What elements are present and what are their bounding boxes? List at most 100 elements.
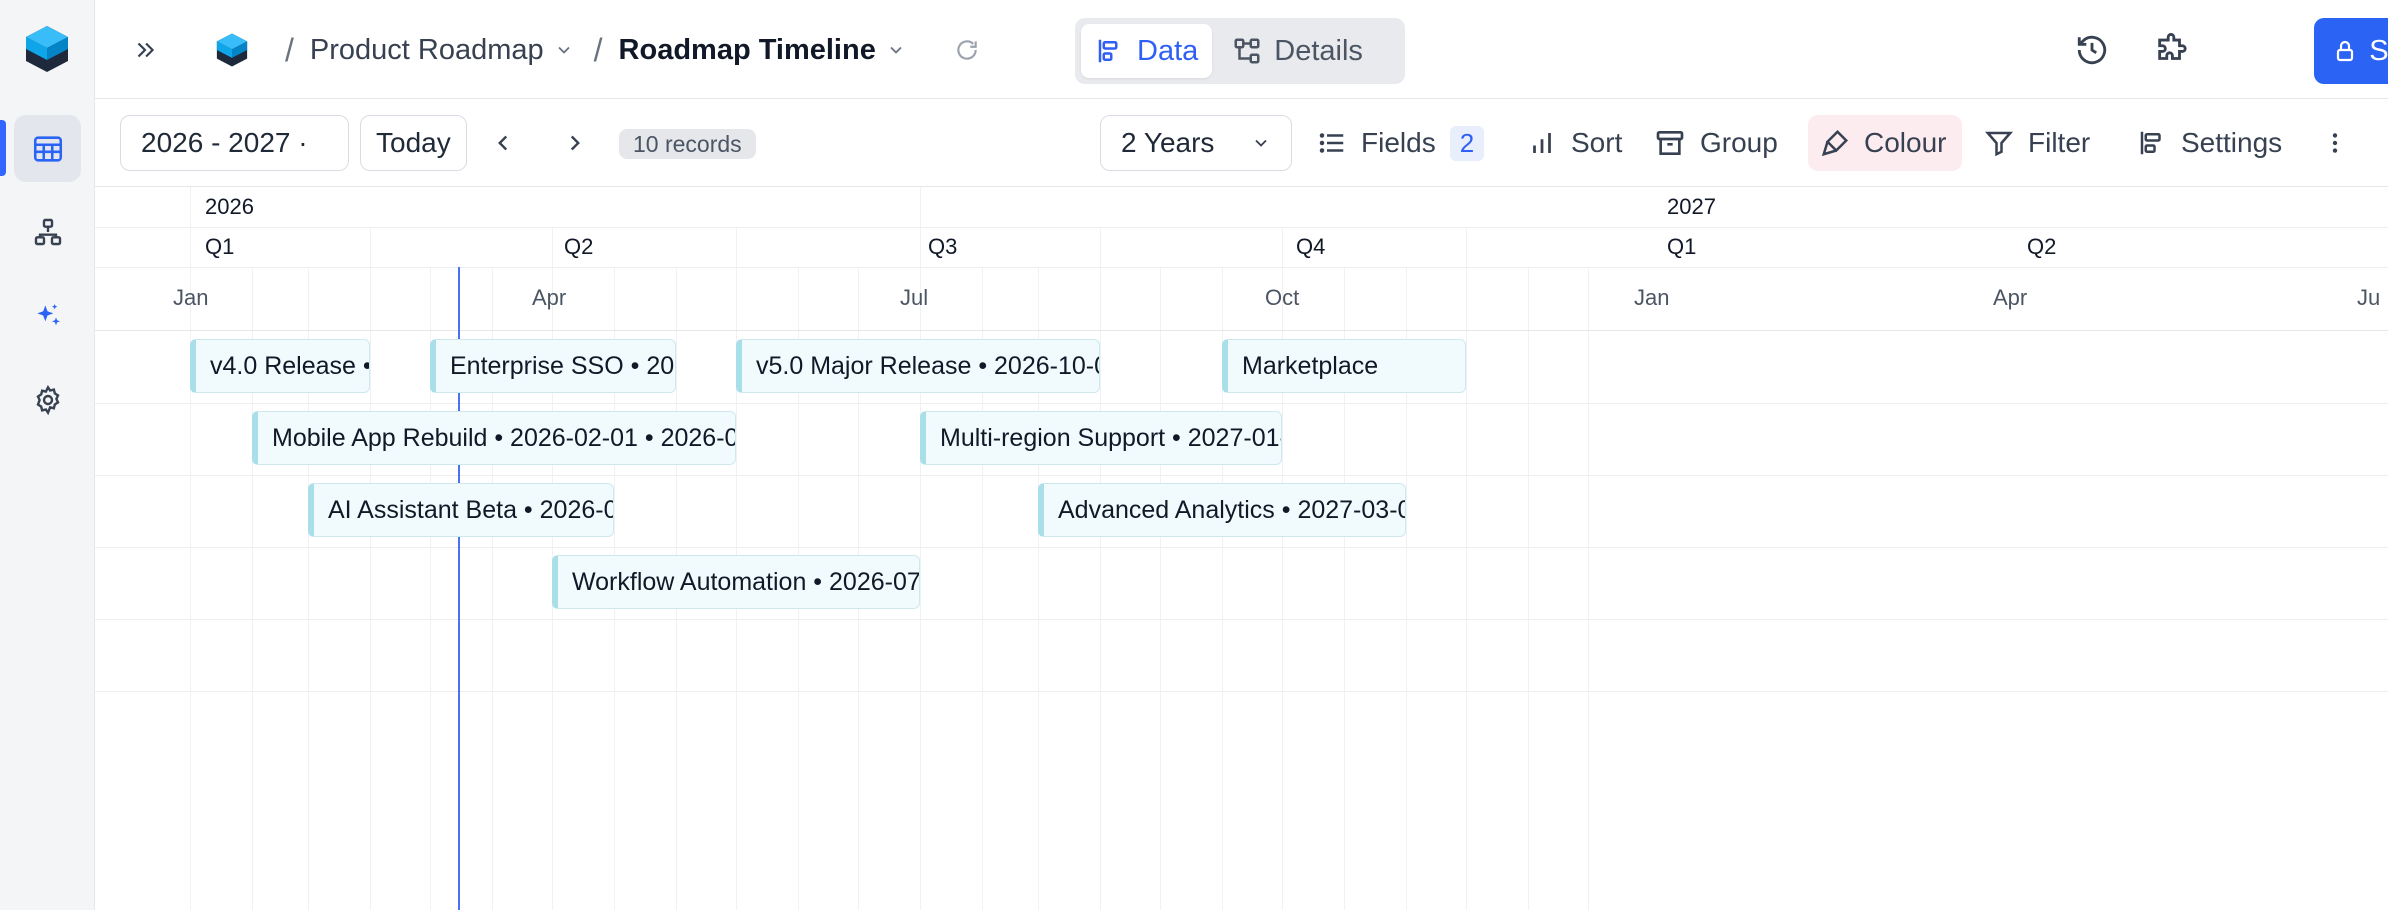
row-divider xyxy=(95,547,2388,548)
breadcrumb-separator: / xyxy=(285,31,294,68)
month-label: Jul xyxy=(900,285,929,310)
sparkles-icon xyxy=(36,303,60,325)
month-gridline xyxy=(1528,267,1529,910)
timeline-bar-label: Mobile App Rebuild • 2026-02-01 • 2026-0… xyxy=(272,423,735,452)
history-icon xyxy=(2077,35,2107,65)
vertical-dots-icon xyxy=(2332,133,2338,153)
timeline-bar-label: Advanced Analytics • 2027-03-01 • 2027-0… xyxy=(1058,495,1405,524)
breadcrumb: / Product Roadmap / Roadmap Timeline xyxy=(215,26,980,74)
timeline-bar[interactable]: Multi-region Support • 2027-01-01 • 2027… xyxy=(920,411,1282,465)
zoom-level-value: 2 Years xyxy=(1121,127,1215,158)
colour-label: Colour xyxy=(1864,127,1947,158)
chevron-right-icon xyxy=(570,135,580,151)
tab-details-label: Details xyxy=(1274,34,1363,67)
breadcrumb-current-view[interactable]: Roadmap Timeline xyxy=(619,34,876,67)
more-options-button[interactable] xyxy=(2317,125,2353,161)
rail-item-hierarchy[interactable] xyxy=(14,198,81,265)
row-divider xyxy=(95,403,2388,404)
gear-icon xyxy=(35,384,60,415)
next-period-button[interactable] xyxy=(557,125,593,161)
diagram-icon xyxy=(1234,38,1260,64)
base-cube-icon xyxy=(215,32,249,68)
fields-button[interactable]: Fields 2 xyxy=(1305,115,1496,171)
timeline-bar-label: Workflow Automation • 2026-07-01 • 2026-… xyxy=(572,567,920,596)
month-gridline xyxy=(1160,267,1161,910)
group-button[interactable]: Group xyxy=(1642,115,1790,171)
date-range-value: 2026 - 2027 · xyxy=(141,127,308,158)
timeline-bar[interactable]: AI Assistant Beta • 2026-03-01 • 2026-07… xyxy=(308,483,614,537)
chevron-down-icon[interactable] xyxy=(554,40,574,60)
breadcrumb-base[interactable]: Product Roadmap xyxy=(310,34,544,67)
filter-button[interactable]: Filter xyxy=(1972,115,2102,171)
date-range-selector[interactable]: 2026 - 2027 · xyxy=(120,115,349,171)
timeline-bar[interactable]: Marketplace xyxy=(1222,339,1466,393)
row-divider xyxy=(95,691,2388,692)
double-chevron-right-icon xyxy=(137,42,155,58)
header-divider xyxy=(95,330,2388,331)
timeline-bar[interactable]: Mobile App Rebuild • 2026-02-01 • 2026-0… xyxy=(252,411,736,465)
quarter-label: Q1 xyxy=(1667,234,1697,259)
view-toolbar: 2026 - 2027 · Today 10 records 2 Years F… xyxy=(95,99,2388,187)
previous-period-button[interactable] xyxy=(485,125,521,161)
expand-sidebar-button[interactable] xyxy=(125,30,165,70)
fields-label: Fields xyxy=(1361,127,1436,158)
row-divider xyxy=(95,619,2388,620)
timeline-bars-icon xyxy=(1098,39,1118,63)
colour-button[interactable]: Colour xyxy=(1808,115,1962,171)
table-grid-icon xyxy=(33,135,62,162)
sort-bars-icon xyxy=(1533,133,1551,153)
breadcrumb-separator: / xyxy=(593,31,603,68)
timeline-bar[interactable]: Enterprise SSO • 2026-05-01 • 2026-08-31 xyxy=(430,339,676,393)
share-label: Share xyxy=(2369,34,2388,67)
quarter-label: Q1 xyxy=(205,234,235,259)
fields-count-badge: 2 xyxy=(1449,125,1485,161)
chevron-down-icon[interactable] xyxy=(886,40,906,60)
rail-item-table[interactable] xyxy=(14,115,81,182)
lock-icon xyxy=(2337,40,2354,62)
chevron-left-icon xyxy=(498,135,508,151)
tab-details[interactable]: Details xyxy=(1218,24,1377,78)
refresh-icon[interactable] xyxy=(954,37,980,63)
month-label: Apr xyxy=(532,285,567,310)
record-count-badge: 10 records xyxy=(619,129,756,159)
timeline-bar[interactable]: v5.0 Major Release • 2026-10-01 • 2027-0… xyxy=(736,339,1100,393)
view-settings-button[interactable]: Settings xyxy=(2125,115,2294,171)
top-bar: / Product Roadmap / Roadmap Timeline Dat… xyxy=(95,0,2388,99)
today-button[interactable]: Today xyxy=(360,115,467,171)
puzzle-icon xyxy=(2158,33,2187,60)
quarter-label: Q3 xyxy=(928,234,958,259)
share-button[interactable]: Share xyxy=(2314,18,2388,84)
header-divider xyxy=(95,267,2388,268)
history-button[interactable] xyxy=(2072,30,2112,70)
group-label: Group xyxy=(1700,127,1778,158)
sort-button[interactable]: Sort xyxy=(1515,115,1634,171)
view-mode-toggle: Data Details xyxy=(1075,18,1405,84)
zoom-level-select[interactable]: 2 Years xyxy=(1100,115,1292,171)
quarter-label: Q4 xyxy=(1296,234,1326,259)
timeline-bar-label: v5.0 Major Release • 2026-10-01 • 2027-0… xyxy=(756,351,1099,380)
app-logo-icon[interactable] xyxy=(24,24,70,74)
header-divider xyxy=(95,227,2388,228)
timeline-bar-label: Enterprise SSO • 2026-05-01 • 2026-08-31 xyxy=(450,351,675,380)
today-label: Today xyxy=(376,127,451,158)
rail-item-ai[interactable] xyxy=(14,282,81,349)
month-label: Apr xyxy=(1993,285,2028,310)
rail-active-indicator xyxy=(0,120,6,176)
paint-brush-icon xyxy=(1821,129,1849,157)
timeline-bar[interactable]: v4.0 Release • 2026-01-01 • 2026-03-31 xyxy=(190,339,370,393)
timeline-bar-label: AI Assistant Beta • 2026-03-01 • 2026-07… xyxy=(328,495,613,524)
timeline-bar-label: Multi-region Support • 2027-01-01 • 2027… xyxy=(940,423,1281,452)
month-label: Jan xyxy=(173,285,209,310)
timeline-bar[interactable]: Workflow Automation • 2026-07-01 • 2026-… xyxy=(552,555,920,609)
timeline-bar[interactable]: Advanced Analytics • 2027-03-01 • 2027-0… xyxy=(1038,483,1406,537)
year-label: 2026 xyxy=(205,194,254,219)
quarter-label: Q2 xyxy=(564,234,594,259)
settings-timeline-icon xyxy=(2140,131,2161,155)
list-icon xyxy=(1319,133,1344,153)
month-label: Ju xyxy=(2357,285,2381,310)
tab-data-label: Data xyxy=(1137,34,1199,67)
rail-item-settings[interactable] xyxy=(14,366,81,433)
filter-funnel-icon xyxy=(1984,131,2014,157)
extensions-button[interactable] xyxy=(2151,30,2191,70)
tab-data[interactable]: Data xyxy=(1081,24,1213,78)
